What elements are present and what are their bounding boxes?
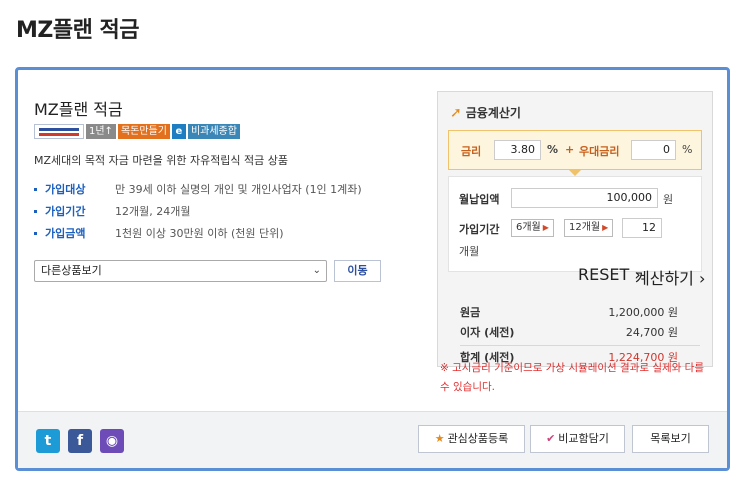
chevron-down-icon: ⌄ — [312, 265, 321, 276]
result-divider — [460, 345, 700, 346]
rate-input[interactable]: 3.80 — [494, 140, 541, 160]
calculator-inputs: 월납입액 100,000 원 가입기간 6개월 ▶ 12개월 ▶ 12 개월 — [448, 176, 702, 272]
product-description: MZ세대의 목적 자금 마련을 위한 자유적립식 적금 상품 — [34, 154, 289, 167]
won-unit: 원 — [663, 193, 674, 206]
financial-calculator: ➚ 금융계산기 금리 3.80 % + 우대금리 0 % 월납입액 100,000… — [437, 91, 713, 367]
bonus-rate-label: 우대금리 — [579, 145, 620, 158]
info-label: 가입대상 — [45, 183, 86, 196]
info-item: 가입금액 1천원 이상 30만원 이하 (천원 단위) — [34, 222, 362, 244]
check-icon: ✔ — [546, 432, 556, 445]
deposit-insurance-logo-icon — [34, 124, 84, 139]
result-value: 24,700 원 — [625, 326, 678, 339]
bullet-icon — [34, 231, 37, 235]
page-title: MZ플랜 적금 — [16, 18, 139, 43]
caret-icon — [568, 169, 582, 176]
calculator-title-text: 금융계산기 — [465, 106, 521, 120]
info-value: 1천원 이상 30만원 이하 (천원 단위) — [115, 227, 284, 240]
period-label: 가입기간 — [459, 223, 500, 236]
bullet-icon — [34, 209, 37, 213]
move-button[interactable]: 이동 — [334, 260, 381, 282]
period-input[interactable]: 12 — [622, 218, 662, 238]
plus-sign: + — [565, 143, 575, 156]
rate-label: 금리 — [461, 145, 482, 158]
other-products-select[interactable]: 다른상품보기 ⌄ — [34, 260, 327, 282]
tax-badge: 비과세종합 — [187, 124, 240, 139]
info-value: 만 39세 이하 실명의 개인 및 개인사업자 (1인 1계좌) — [115, 183, 362, 196]
select-value: 다른상품보기 — [41, 264, 102, 277]
compare-button[interactable]: ✔ 비교함담기 — [530, 425, 625, 453]
rate-unit: % — [547, 143, 559, 156]
period-6m-label: 6개월 — [516, 222, 541, 233]
period-6m-button[interactable]: 6개월 ▶ — [511, 219, 554, 237]
calculate-button[interactable]: 계산하기 › — [635, 265, 705, 289]
period-12m-label: 12개월 — [569, 222, 601, 233]
info-value: 12개월, 24개월 — [115, 205, 191, 218]
kakaostory-icon[interactable]: ◉ — [100, 429, 124, 453]
calculate-label: 계산하기 — [635, 269, 694, 288]
product-info-list: 가입대상 만 39세 이하 실명의 개인 및 개인사업자 (1인 1계좌) 가입기… — [34, 178, 362, 244]
product-name: MZ플랜 적금 — [34, 100, 123, 119]
compare-label: 비교함담기 — [558, 432, 609, 445]
result-interest: 이자 (세전) 24,700 원 — [460, 324, 678, 340]
info-item: 가입기간 12개월, 24개월 — [34, 200, 362, 222]
star-icon: ★ — [434, 432, 445, 445]
bonus-rate-unit: % — [682, 143, 693, 156]
result-value: 1,200,000 원 — [608, 306, 678, 319]
result-principal: 원금 1,200,000 원 — [460, 304, 678, 320]
duration-badge: 1년↑ — [86, 124, 116, 139]
info-label: 가입기간 — [45, 205, 86, 218]
list-button[interactable]: 목록보기 — [632, 425, 709, 453]
bullet-icon — [34, 187, 37, 191]
result-label: 이자 (세전) — [460, 326, 515, 339]
monthly-amount-input[interactable]: 100,000 — [511, 188, 658, 208]
bonus-rate-input[interactable]: 0 — [631, 140, 676, 160]
period-12m-button[interactable]: 12개월 ▶ — [564, 219, 614, 237]
badge-row: 1년↑ 목돈만들기 e 비과세종합 — [34, 124, 240, 139]
monthly-label: 월납입액 — [459, 193, 500, 206]
wishlist-label: 관심상품등록 — [447, 432, 509, 445]
arrow-icon: ➚ — [450, 105, 462, 121]
savings-badge: 목돈만들기 — [117, 124, 170, 139]
reset-label: RESET — [578, 265, 630, 284]
result-label: 원금 — [460, 306, 481, 319]
wishlist-button[interactable]: ★ 관심상품등록 — [418, 425, 525, 453]
online-e-badge: e — [171, 124, 186, 139]
facebook-icon[interactable]: f — [68, 429, 92, 453]
info-item: 가입대상 만 39세 이하 실명의 개인 및 개인사업자 (1인 1계좌) — [34, 178, 362, 200]
triangle-right-icon: ▶ — [602, 223, 609, 232]
period-unit: 개월 — [459, 245, 480, 258]
card-footer: t f ◉ ★ 관심상품등록 ✔ 비교함담기 목록보기 — [18, 411, 727, 468]
product-card: MZ플랜 적금 1년↑ 목돈만들기 e 비과세종합 MZ세대의 목적 자금 마련… — [15, 67, 730, 471]
rate-bar: 금리 3.80 % + 우대금리 0 % — [448, 130, 702, 170]
sns-share: t f ◉ — [36, 429, 124, 453]
reset-button[interactable]: RESET › — [578, 265, 641, 284]
triangle-right-icon: ▶ — [542, 223, 549, 232]
calculator-title: ➚ 금융계산기 — [450, 104, 521, 121]
twitter-icon[interactable]: t — [36, 429, 60, 453]
calculator-notice: ※ 고시금리 기준이므로 가상 시뮬레이션 결과로 실제와 다를 수 있습니다. — [440, 362, 705, 393]
info-label: 가입금액 — [45, 227, 86, 240]
